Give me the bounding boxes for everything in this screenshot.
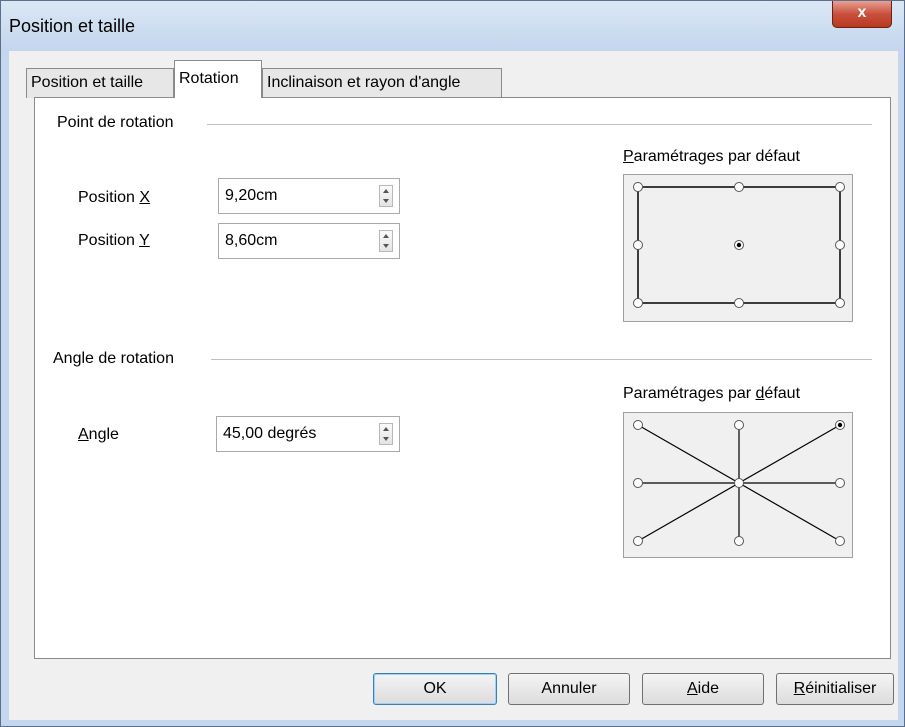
position-x-accesskey: X [139,189,151,206]
position-x-value[interactable]: 9,20cm [225,187,277,205]
angle-radio-bottom-right[interactable] [835,536,845,546]
pivot-picker-graphic [633,182,845,308]
pivot-radio-bottom-center[interactable] [734,298,744,308]
tab-label: Position et taille [31,74,144,91]
angle-radio-bottom-left[interactable] [633,536,643,546]
angle-radio-bottom-center[interactable] [734,536,744,546]
angle-radio-center[interactable] [734,478,744,488]
angle-accesskey: A [78,426,89,443]
pivot-defaults-label: Paramétrages par défaut [623,148,800,166]
window-title: Position et taille [9,16,136,36]
position-y-label-text: Position [78,232,140,249]
position-y-spin-arrows[interactable] [379,230,393,252]
angle-selected-dot [837,422,843,428]
pivot-defaults-accesskey: P [623,148,634,165]
angle-radio-top-left[interactable] [633,420,643,430]
angle-defaults-text: Paramétrages par [623,385,756,402]
pivot-radio-bottom-left[interactable] [633,298,643,308]
help-label: ide [697,680,720,697]
tab-panel-rotation: Point de rotation Position X 9,20cm Posi… [34,97,891,659]
position-y-label: Position Y [78,232,150,250]
tab-label: Inclinaison et rayon d'angle [267,74,461,91]
tab-label: Rotation [179,70,239,87]
angle-picker[interactable] [623,412,853,558]
position-x-spinbox[interactable]: 9,20cm [218,178,400,214]
spin-down-icon[interactable] [383,199,389,203]
close-button[interactable]: x [832,1,892,28]
angle-defaults-label: Paramétrages par défaut [623,385,800,403]
spin-up-icon[interactable] [383,189,389,193]
position-y-accesskey: Y [139,232,150,249]
position-x-spin-arrows[interactable] [379,185,393,207]
close-icon: x [857,4,867,21]
pivot-section-title: Point de rotation [57,114,180,132]
ok-label: OK [423,680,447,697]
tab-position-et-taille[interactable]: Position et taille [26,68,174,98]
angle-section-title: Angle de rotation [53,350,180,368]
position-x-label: Position X [78,189,150,207]
spin-up-icon[interactable] [383,427,389,431]
pivot-radio-top-right[interactable] [835,182,845,192]
pivot-radio-middle-left[interactable] [633,240,643,250]
spin-down-icon[interactable] [383,244,389,248]
angle-spin-arrows[interactable] [379,423,393,445]
pivot-selected-dot [736,242,742,248]
position-y-value[interactable]: 8,60cm [225,232,277,250]
angle-picker-graphic [633,420,845,546]
angle-radio-middle-right[interactable] [835,478,845,488]
pivot-point-picker[interactable] [623,174,853,322]
cancel-label: Annuler [541,680,597,697]
help-button[interactable]: Aide [642,673,764,705]
cancel-button[interactable]: Annuler [508,673,630,705]
section-divider [207,124,872,125]
spin-down-icon[interactable] [383,437,389,441]
reset-label: éinitialiser [805,680,877,697]
angle-label: Angle [78,426,119,444]
reset-button[interactable]: Réinitialiser [776,673,894,705]
section-divider [211,359,872,360]
pivot-radio-top-left[interactable] [633,182,643,192]
tab-inclinaison[interactable]: Inclinaison et rayon d'angle [262,68,502,98]
angle-radio-middle-left[interactable] [633,478,643,488]
reset-accesskey: R [793,680,806,697]
angle-radio-top-center[interactable] [734,420,744,430]
angle-spinbox[interactable]: 45,00 degrés [216,416,400,452]
ok-button[interactable]: OK [373,673,497,705]
position-y-spinbox[interactable]: 8,60cm [218,223,400,259]
angle-value[interactable]: 45,00 degrés [223,425,316,443]
help-accesskey: A [686,680,698,697]
angle-defaults-text-rest: éfaut [764,385,801,402]
position-x-label-text: Position [78,189,140,206]
pivot-radio-top-center[interactable] [734,182,744,192]
pivot-radio-bottom-right[interactable] [835,298,845,308]
pivot-defaults-text: aramétrages par défaut [633,148,800,165]
spin-up-icon[interactable] [383,234,389,238]
title-bar[interactable]: Position et taille x [1,1,904,51]
tab-rotation[interactable]: Rotation [174,60,262,98]
pivot-radio-middle-right[interactable] [835,240,845,250]
angle-label-text: ngle [88,426,119,443]
